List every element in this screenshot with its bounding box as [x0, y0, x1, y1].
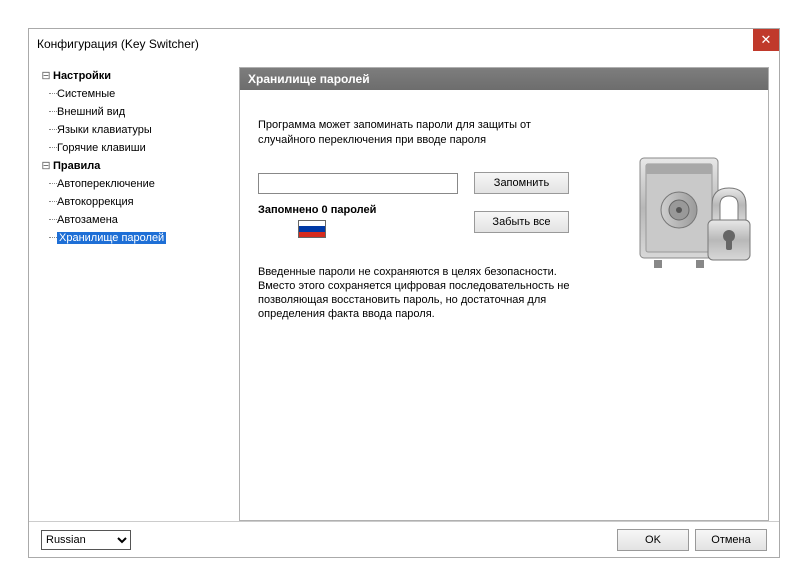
- remember-button[interactable]: Запомнить: [474, 172, 569, 194]
- description-text: Программа может запоминать пароли для за…: [258, 118, 558, 148]
- language-select[interactable]: Russian: [41, 530, 131, 550]
- tree-item-hotkeys[interactable]: Горячие клавиши: [39, 139, 229, 157]
- flag-russia-icon: [298, 220, 326, 238]
- titlebar: Конфигурация (Key Switcher) ✕: [29, 29, 779, 59]
- content-panel: Хранилище паролей Программа может запоми…: [239, 67, 769, 521]
- footer-bar: Russian OK Отмена: [29, 521, 779, 557]
- panel-header: Хранилище паролей: [240, 68, 768, 90]
- tree-group-settings[interactable]: Настройки: [39, 67, 229, 85]
- security-note: Введенные пароли не сохраняются в целях …: [258, 265, 588, 321]
- tree-item-appearance[interactable]: Внешний вид: [39, 103, 229, 121]
- tree-item-password-storage[interactable]: Хранилище паролей: [39, 229, 229, 247]
- close-button[interactable]: ✕: [753, 29, 779, 51]
- window-title: Конфигурация (Key Switcher): [37, 37, 199, 51]
- forget-all-button[interactable]: Забыть все: [474, 211, 569, 233]
- tree-item-system[interactable]: Системные: [39, 85, 229, 103]
- tree-sidebar: Настройки Системные Внешний вид Языки кл…: [39, 67, 229, 521]
- safe-lock-icon: [634, 150, 754, 280]
- cancel-button[interactable]: Отмена: [695, 529, 767, 551]
- tree-item-autoreplace[interactable]: Автозамена: [39, 211, 229, 229]
- remembered-count: Запомнено 0 паролей: [258, 204, 458, 216]
- tree-item-keyboard-langs[interactable]: Языки клавиатуры: [39, 121, 229, 139]
- tree-group-rules[interactable]: Правила: [39, 157, 229, 175]
- ok-button[interactable]: OK: [617, 529, 689, 551]
- tree-item-autoswitch[interactable]: Автопереключение: [39, 175, 229, 193]
- config-window: Конфигурация (Key Switcher) ✕ Настройки …: [28, 28, 780, 558]
- password-input[interactable]: [258, 173, 458, 194]
- tree-item-autocorrect[interactable]: Автокоррекция: [39, 193, 229, 211]
